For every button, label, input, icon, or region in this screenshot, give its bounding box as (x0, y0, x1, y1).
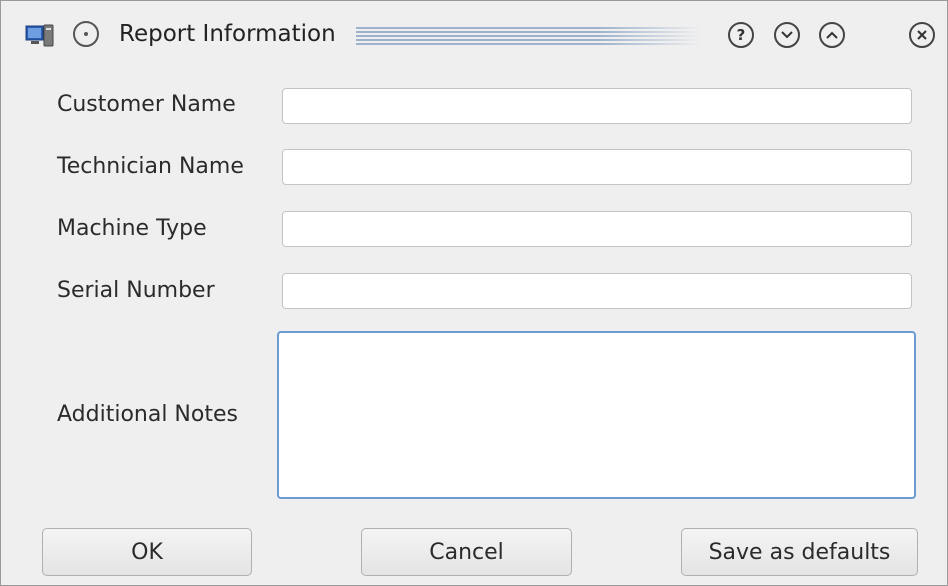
title-bar[interactable]: Report Information ? (1, 1, 947, 69)
additional-notes-label: Additional Notes (57, 402, 238, 427)
machine-type-field[interactable] (282, 211, 912, 247)
serial-number-field[interactable] (282, 273, 912, 309)
additional-notes-field[interactable] (277, 331, 916, 499)
serial-number-label: Serial Number (57, 278, 215, 303)
help-icon[interactable]: ? (728, 22, 754, 48)
close-icon[interactable] (909, 22, 935, 48)
minimize-icon[interactable] (774, 22, 800, 48)
computer-icon[interactable] (25, 24, 55, 48)
customer-name-field[interactable] (282, 88, 912, 124)
ok-button[interactable]: OK (42, 528, 252, 576)
window-menu-icon[interactable] (73, 21, 99, 47)
technician-name-field[interactable] (282, 149, 912, 185)
title-bar-decoration (356, 27, 701, 45)
report-information-dialog: Report Information ? Customer Name Techn… (0, 0, 948, 586)
cancel-button[interactable]: Cancel (361, 528, 572, 576)
window-title: Report Information (119, 21, 336, 47)
save-as-defaults-button[interactable]: Save as defaults (681, 528, 918, 576)
machine-type-label: Machine Type (57, 216, 207, 241)
technician-name-label: Technician Name (57, 154, 244, 179)
help-glyph: ? (736, 25, 746, 44)
customer-name-label: Customer Name (57, 92, 236, 117)
maximize-icon[interactable] (819, 22, 845, 48)
